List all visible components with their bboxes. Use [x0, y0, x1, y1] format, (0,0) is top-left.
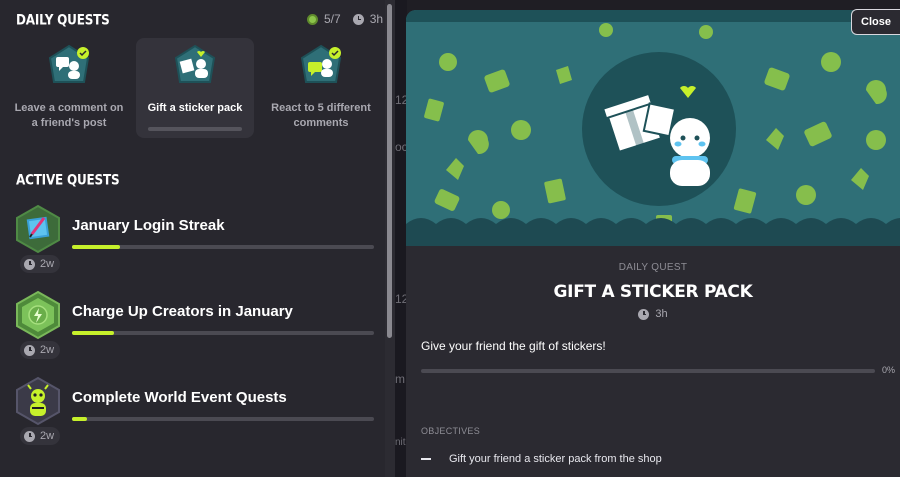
clock-icon: [24, 344, 35, 356]
quests-scrollbar[interactable]: [387, 4, 392, 338]
active-quest-progress-fill: [72, 417, 88, 421]
daily-quest-card-comment[interactable]: Leave a comment on a friend's post: [10, 38, 128, 138]
active-quest-timer: 2w: [20, 341, 60, 359]
gift-sticker-quest-art-icon: [601, 86, 710, 186]
daily-quest-card-react[interactable]: React to 5 different comments: [262, 38, 380, 138]
active-quests-heading: Active Quests: [16, 172, 120, 189]
objective-text: Gift your friend a sticker pack from the…: [449, 453, 662, 465]
objectives-heading: OBJECTIVES: [421, 426, 481, 436]
active-quest-timer: 2w: [20, 427, 60, 445]
active-quest-title: Charge Up Creators in January: [72, 303, 293, 320]
daily-progress-count: 5/7: [324, 12, 341, 26]
quest-kind-label: DAILY QUEST: [618, 262, 688, 273]
daily-quest-card-gift[interactable]: Gift a sticker pack: [136, 38, 254, 138]
world-event-badge-icon: [16, 376, 60, 426]
active-quest-time: 2w: [40, 430, 55, 442]
objective-dash-icon: [421, 458, 431, 460]
close-button[interactable]: Close: [851, 9, 900, 35]
active-quest-login-streak[interactable]: January Login Streak 2w: [14, 204, 376, 284]
clock-icon: [24, 258, 35, 270]
active-quest-progress-fill: [72, 331, 115, 335]
active-quest-world-event[interactable]: Complete World Event Quests 2w: [14, 376, 376, 456]
quest-detail-percent: 0%: [882, 365, 896, 375]
background-text: m: [395, 372, 405, 386]
clock-icon: [24, 430, 35, 442]
background-text: nit: [395, 437, 406, 448]
daily-quests-meta: 5/7 3h: [307, 12, 383, 26]
daily-quest-label: Leave a comment on a friend's post: [14, 102, 124, 129]
quests-panel: Daily Quests 5/7 3h Leave a comment on a: [0, 0, 385, 477]
quest-detail-timer: 3h: [406, 308, 900, 320]
active-quest-progress-bar: [72, 417, 374, 421]
quest-art-medallion: [582, 52, 736, 206]
quest-detail-time: 3h: [655, 308, 668, 320]
quest-detail-title: GIFT A STICKER PACK: [553, 282, 753, 302]
active-quest-progress-bar: [72, 331, 374, 335]
comment-quest-icon: [48, 44, 90, 83]
clock-icon: [638, 308, 650, 320]
quest-description: Give your friend the gift of stickers!: [421, 339, 606, 353]
daily-quests-heading: Daily Quests: [16, 12, 110, 29]
gift-sticker-quest-icon: [174, 44, 216, 83]
active-quest-title: January Login Streak: [72, 217, 225, 234]
quests-screen: Daily Quests 5/7 3h Leave a comment on a: [0, 0, 900, 477]
active-quest-progress-fill: [72, 245, 121, 249]
quest-detail-progress-bar: [421, 369, 875, 373]
active-quest-time: 2w: [40, 258, 55, 270]
daily-quest-progress-bar: [148, 127, 242, 131]
active-quest-progress-bar: [72, 245, 374, 249]
quest-detail-panel: DAILY QUEST GIFT A STICKER PACK 3h Give …: [406, 10, 900, 477]
quest-banner: [406, 10, 900, 246]
completion-icon: [307, 13, 318, 25]
login-streak-badge-icon: [16, 204, 60, 254]
active-quest-time: 2w: [40, 344, 55, 356]
daily-quest-label: React to 5 different comments: [271, 102, 371, 129]
active-quest-title: Complete World Event Quests: [72, 389, 287, 406]
charge-up-badge-icon: [16, 290, 60, 340]
objective-item: Gift your friend a sticker pack from the…: [421, 453, 662, 465]
react-quest-icon: [300, 44, 342, 83]
daily-quest-list: Leave a comment on a friend's post Gift …: [10, 38, 382, 138]
daily-quest-label: Gift a sticker pack: [147, 102, 243, 114]
active-quest-timer: 2w: [20, 255, 60, 273]
active-quest-charge-up[interactable]: Charge Up Creators in January 2w: [14, 290, 376, 370]
clock-icon: [352, 13, 364, 25]
daily-time-remaining: 3h: [369, 12, 384, 26]
